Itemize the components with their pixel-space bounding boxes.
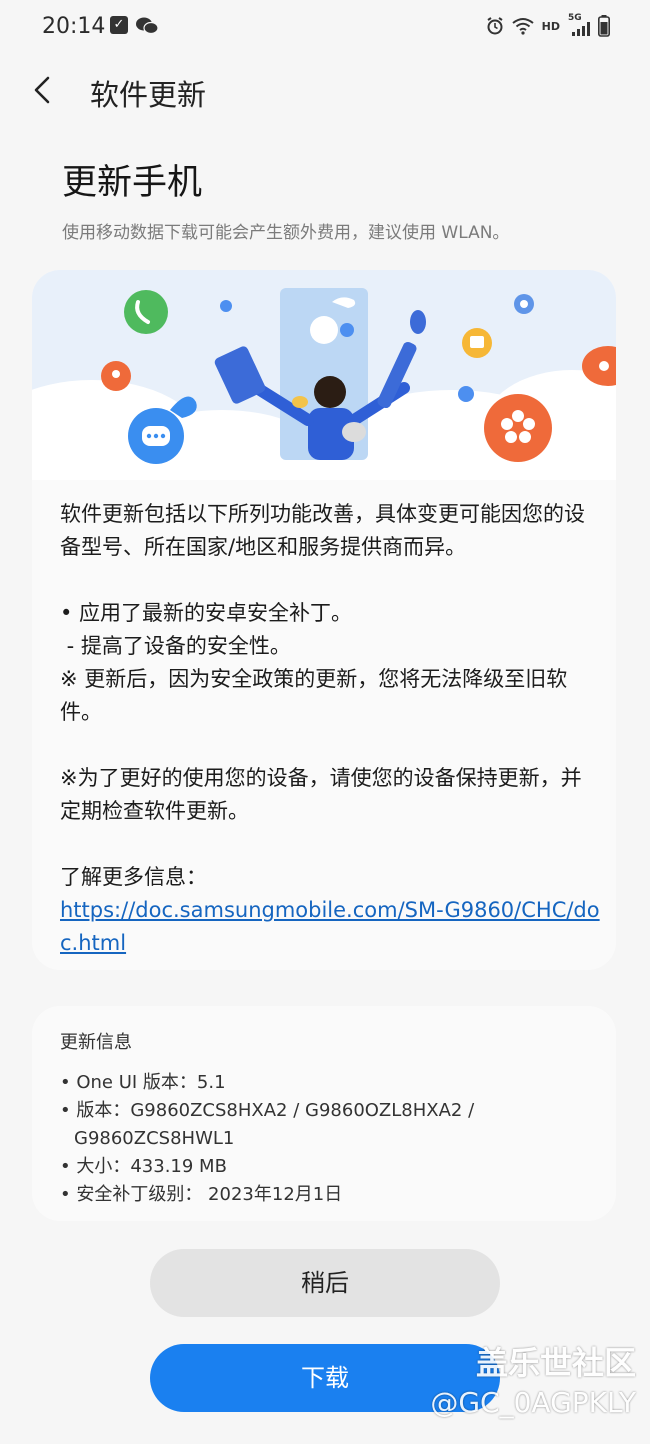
app-bar: 软件更新 — [0, 62, 650, 122]
hd-voice-indicator: HD — [541, 19, 560, 33]
oneui-version: • One UI 版本：5.1 — [60, 1072, 226, 1093]
update-info-title: 更新信息 — [60, 1032, 132, 1053]
build-version: • 版本：G9860ZCS8HXA2 / G9860OZL8HXA2 / — [60, 1100, 475, 1121]
release-note-downgrade: ※ 更新后，因为安全政策的更新，您将无法降级至旧软件。 — [60, 667, 568, 724]
watermark-community: 盖乐世社区 — [475, 1344, 636, 1382]
update-info-list: • One UI 版本：5.1 • 版本：G9860ZCS8HXA2 / G98… — [60, 1069, 600, 1209]
update-illustration — [32, 270, 616, 480]
release-bullet: • 应用了最新的安卓安全补丁。 — [60, 601, 353, 625]
release-note-keep-updated: ※为了更好的使用您的设备，请使您的设备保持更新，并定期检查软件更新。 — [60, 766, 582, 823]
alarm-icon — [487, 17, 503, 35]
more-info-link[interactable]: https://doc.samsungmobile.com/SM-G9860/C… — [60, 898, 600, 955]
back-button[interactable] — [24, 70, 64, 110]
battery-icon — [598, 15, 610, 37]
release-notes-text: 软件更新包括以下所列功能改善，具体变更可能因您的设备型号、所在国家/地区和服务提… — [60, 498, 600, 960]
watermark-user: @GC_0AGPKLY — [430, 1386, 636, 1419]
wechat-icon — [136, 17, 158, 35]
build-version-continued: G9860ZCS8HWL1 — [74, 1128, 235, 1149]
checkbox-notification-icon: ✓ — [110, 16, 128, 34]
status-notification-icons: ✓ — [110, 16, 158, 36]
chevron-left-icon — [34, 76, 50, 104]
download-size: • 大小：433.19 MB — [60, 1156, 227, 1177]
security-patch-level: • 安全补丁级别： 2023年12月1日 — [60, 1184, 343, 1205]
release-intro: 软件更新包括以下所列功能改善，具体变更可能因您的设备型号、所在国家/地区和服务提… — [60, 502, 585, 559]
release-sub-bullet: - 提高了设备的安全性。 — [60, 634, 291, 658]
more-info-label: 了解更多信息： — [60, 865, 207, 889]
update-info-card: 更新信息 • One UI 版本：5.1 • 版本：G9860ZCS8HXA2 … — [32, 1006, 616, 1221]
page-title: 更新手机 — [62, 163, 203, 203]
release-notes-card: 软件更新包括以下所列功能改善，具体变更可能因您的设备型号、所在国家/地区和服务提… — [32, 270, 616, 970]
status-time: 20:14 — [42, 14, 106, 39]
status-bar: 20:14 ✓ HD 5G — [0, 0, 650, 58]
wifi-icon — [512, 18, 534, 35]
mobile-data-warning: 使用移动数据下载可能会产生额外费用，建议使用 WLAN。 — [62, 223, 510, 243]
app-bar-title: 软件更新 — [90, 78, 207, 112]
status-system-icons: HD 5G — [486, 14, 610, 37]
later-button[interactable]: 稍后 — [150, 1249, 500, 1317]
signal-icon: 5G — [568, 14, 590, 36]
